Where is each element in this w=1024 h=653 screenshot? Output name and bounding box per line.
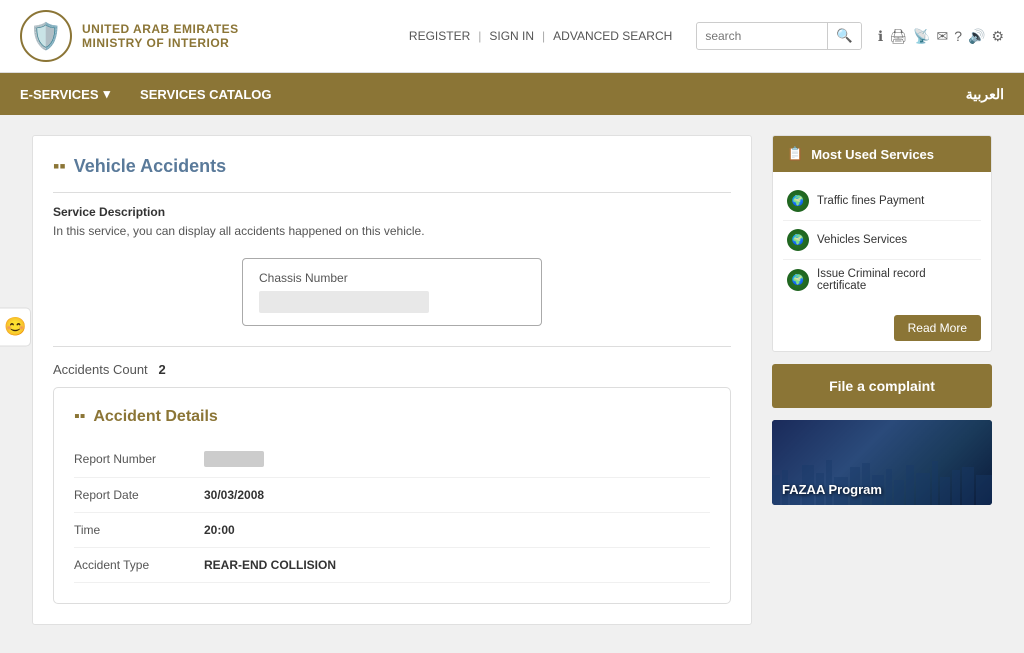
search-box: 🔍 xyxy=(696,22,862,50)
table-row: Report Number xyxy=(74,441,710,478)
vehicles-services-link[interactable]: Vehicles Services xyxy=(817,234,907,246)
sign-in-link[interactable]: SIGN IN xyxy=(481,29,542,43)
accidents-count-value: 2 xyxy=(159,362,166,377)
service-description-label: Service Description xyxy=(53,205,731,219)
service-icon-vehicles: 🌍 xyxy=(787,229,809,251)
info-icon[interactable]: ℹ xyxy=(878,28,883,45)
most-used-list: 🌍 Traffic fines Payment 🌍 Vehicles Servi… xyxy=(773,172,991,305)
arabic-toggle[interactable]: العربية xyxy=(966,86,1004,103)
logo-area: 🛡️ UNITED ARAB EMIRATES MINISTRY OF INTE… xyxy=(20,10,239,62)
header-icons: ℹ 🖨 📡 ✉ ? 🔊 ⚙ xyxy=(878,28,1004,45)
complaint-button[interactable]: File a complaint xyxy=(772,364,992,408)
content-area: ▪▪ Vehicle Accidents Service Description… xyxy=(32,135,752,625)
help-icon[interactable]: ? xyxy=(954,28,962,44)
email-icon[interactable]: ✉ xyxy=(936,28,948,45)
advanced-search-link[interactable]: ADVANCED SEARCH xyxy=(545,29,680,43)
page-title-icon: ▪▪ xyxy=(53,156,66,177)
service-icon-criminal: 🌍 xyxy=(787,269,809,291)
accident-type-label: Accident Type xyxy=(74,558,204,572)
chassis-number-input[interactable] xyxy=(259,291,429,313)
time-value: 20:00 xyxy=(204,523,235,537)
chevron-down-icon: ▾ xyxy=(104,86,111,102)
feedback-tab[interactable]: 😊 xyxy=(0,307,31,346)
service-icon-traffic: 🌍 xyxy=(787,190,809,212)
print-icon[interactable]: 🖨 xyxy=(889,28,907,45)
title-divider xyxy=(53,192,731,193)
accident-card-title-area: ▪▪ Accident Details xyxy=(74,408,710,426)
report-date-value: 30/03/2008 xyxy=(204,488,264,502)
chassis-input-container: Chassis Number xyxy=(242,258,542,326)
most-used-header: 📋 Most Used Services xyxy=(773,136,991,172)
fazaa-box[interactable]: FAZAA Program xyxy=(772,420,992,505)
report-number-label: Report Number xyxy=(74,452,204,466)
header-nav: REGISTER | SIGN IN | ADVANCED SEARCH xyxy=(401,29,680,43)
e-services-nav[interactable]: E-SERVICES ▾ xyxy=(20,74,110,114)
read-more-row: Read More xyxy=(773,305,991,351)
time-label: Time xyxy=(74,523,204,537)
navbar-left: E-SERVICES ▾ SERVICES CATALOG xyxy=(20,74,272,114)
traffic-fines-link[interactable]: Traffic fines Payment xyxy=(817,195,924,207)
list-item: 🌍 Vehicles Services xyxy=(783,221,981,260)
org-name: UNITED ARAB EMIRATES MINISTRY OF INTERIO… xyxy=(82,22,239,50)
fazaa-label: FAZAA Program xyxy=(772,474,892,505)
report-date-label: Report Date xyxy=(74,488,204,502)
main-container: ▪▪ Vehicle Accidents Service Description… xyxy=(22,135,1002,625)
org-line1: UNITED ARAB EMIRATES xyxy=(82,22,239,36)
service-description-text: In this service, you can display all acc… xyxy=(53,224,731,238)
read-more-button[interactable]: Read More xyxy=(894,315,981,341)
navbar: E-SERVICES ▾ SERVICES CATALOG العربية xyxy=(0,73,1024,115)
most-used-icon: 📋 xyxy=(787,146,803,162)
accidents-count-label: Accidents Count xyxy=(53,362,148,377)
table-row: Time 20:00 xyxy=(74,513,710,548)
criminal-record-link[interactable]: Issue Criminal record certificate xyxy=(817,268,977,292)
services-catalog-nav[interactable]: SERVICES CATALOG xyxy=(140,75,271,114)
table-row: Report Date 30/03/2008 xyxy=(74,478,710,513)
list-item: 🌍 Traffic fines Payment xyxy=(783,182,981,221)
logo-emblem: 🛡️ xyxy=(20,10,72,62)
page-title: Vehicle Accidents xyxy=(74,156,226,177)
accident-card-title: Accident Details xyxy=(93,408,217,426)
header: 🛡️ UNITED ARAB EMIRATES MINISTRY OF INTE… xyxy=(0,0,1024,73)
sound-icon[interactable]: 🔊 xyxy=(968,28,985,45)
most-used-title: Most Used Services xyxy=(811,147,934,162)
report-number-value xyxy=(204,451,264,467)
page-title-area: ▪▪ Vehicle Accidents xyxy=(53,156,731,177)
accidents-count-row: Accidents Count 2 xyxy=(53,362,731,377)
accident-card: ▪▪ Accident Details Report Number Report… xyxy=(53,387,731,604)
list-item: 🌍 Issue Criminal record certificate xyxy=(783,260,981,300)
accident-card-icon: ▪▪ xyxy=(74,408,85,426)
search-input[interactable] xyxy=(697,24,827,48)
most-used-box: 📋 Most Used Services 🌍 Traffic fines Pay… xyxy=(772,135,992,352)
sidebar: 📋 Most Used Services 🌍 Traffic fines Pay… xyxy=(772,135,992,625)
chassis-form: Chassis Number xyxy=(53,258,731,326)
register-link[interactable]: REGISTER xyxy=(401,29,478,43)
search-button[interactable]: 🔍 xyxy=(827,23,861,49)
form-divider xyxy=(53,346,731,347)
chassis-label: Chassis Number xyxy=(259,271,525,285)
rss-icon[interactable]: 📡 xyxy=(913,28,930,45)
settings-icon[interactable]: ⚙ xyxy=(991,28,1004,45)
header-right: REGISTER | SIGN IN | ADVANCED SEARCH 🔍 ℹ… xyxy=(401,22,1004,50)
org-line2: MINISTRY OF INTERIOR xyxy=(82,36,239,50)
accident-type-value: REAR-END COLLISION xyxy=(204,558,336,572)
table-row: Accident Type REAR-END COLLISION xyxy=(74,548,710,583)
